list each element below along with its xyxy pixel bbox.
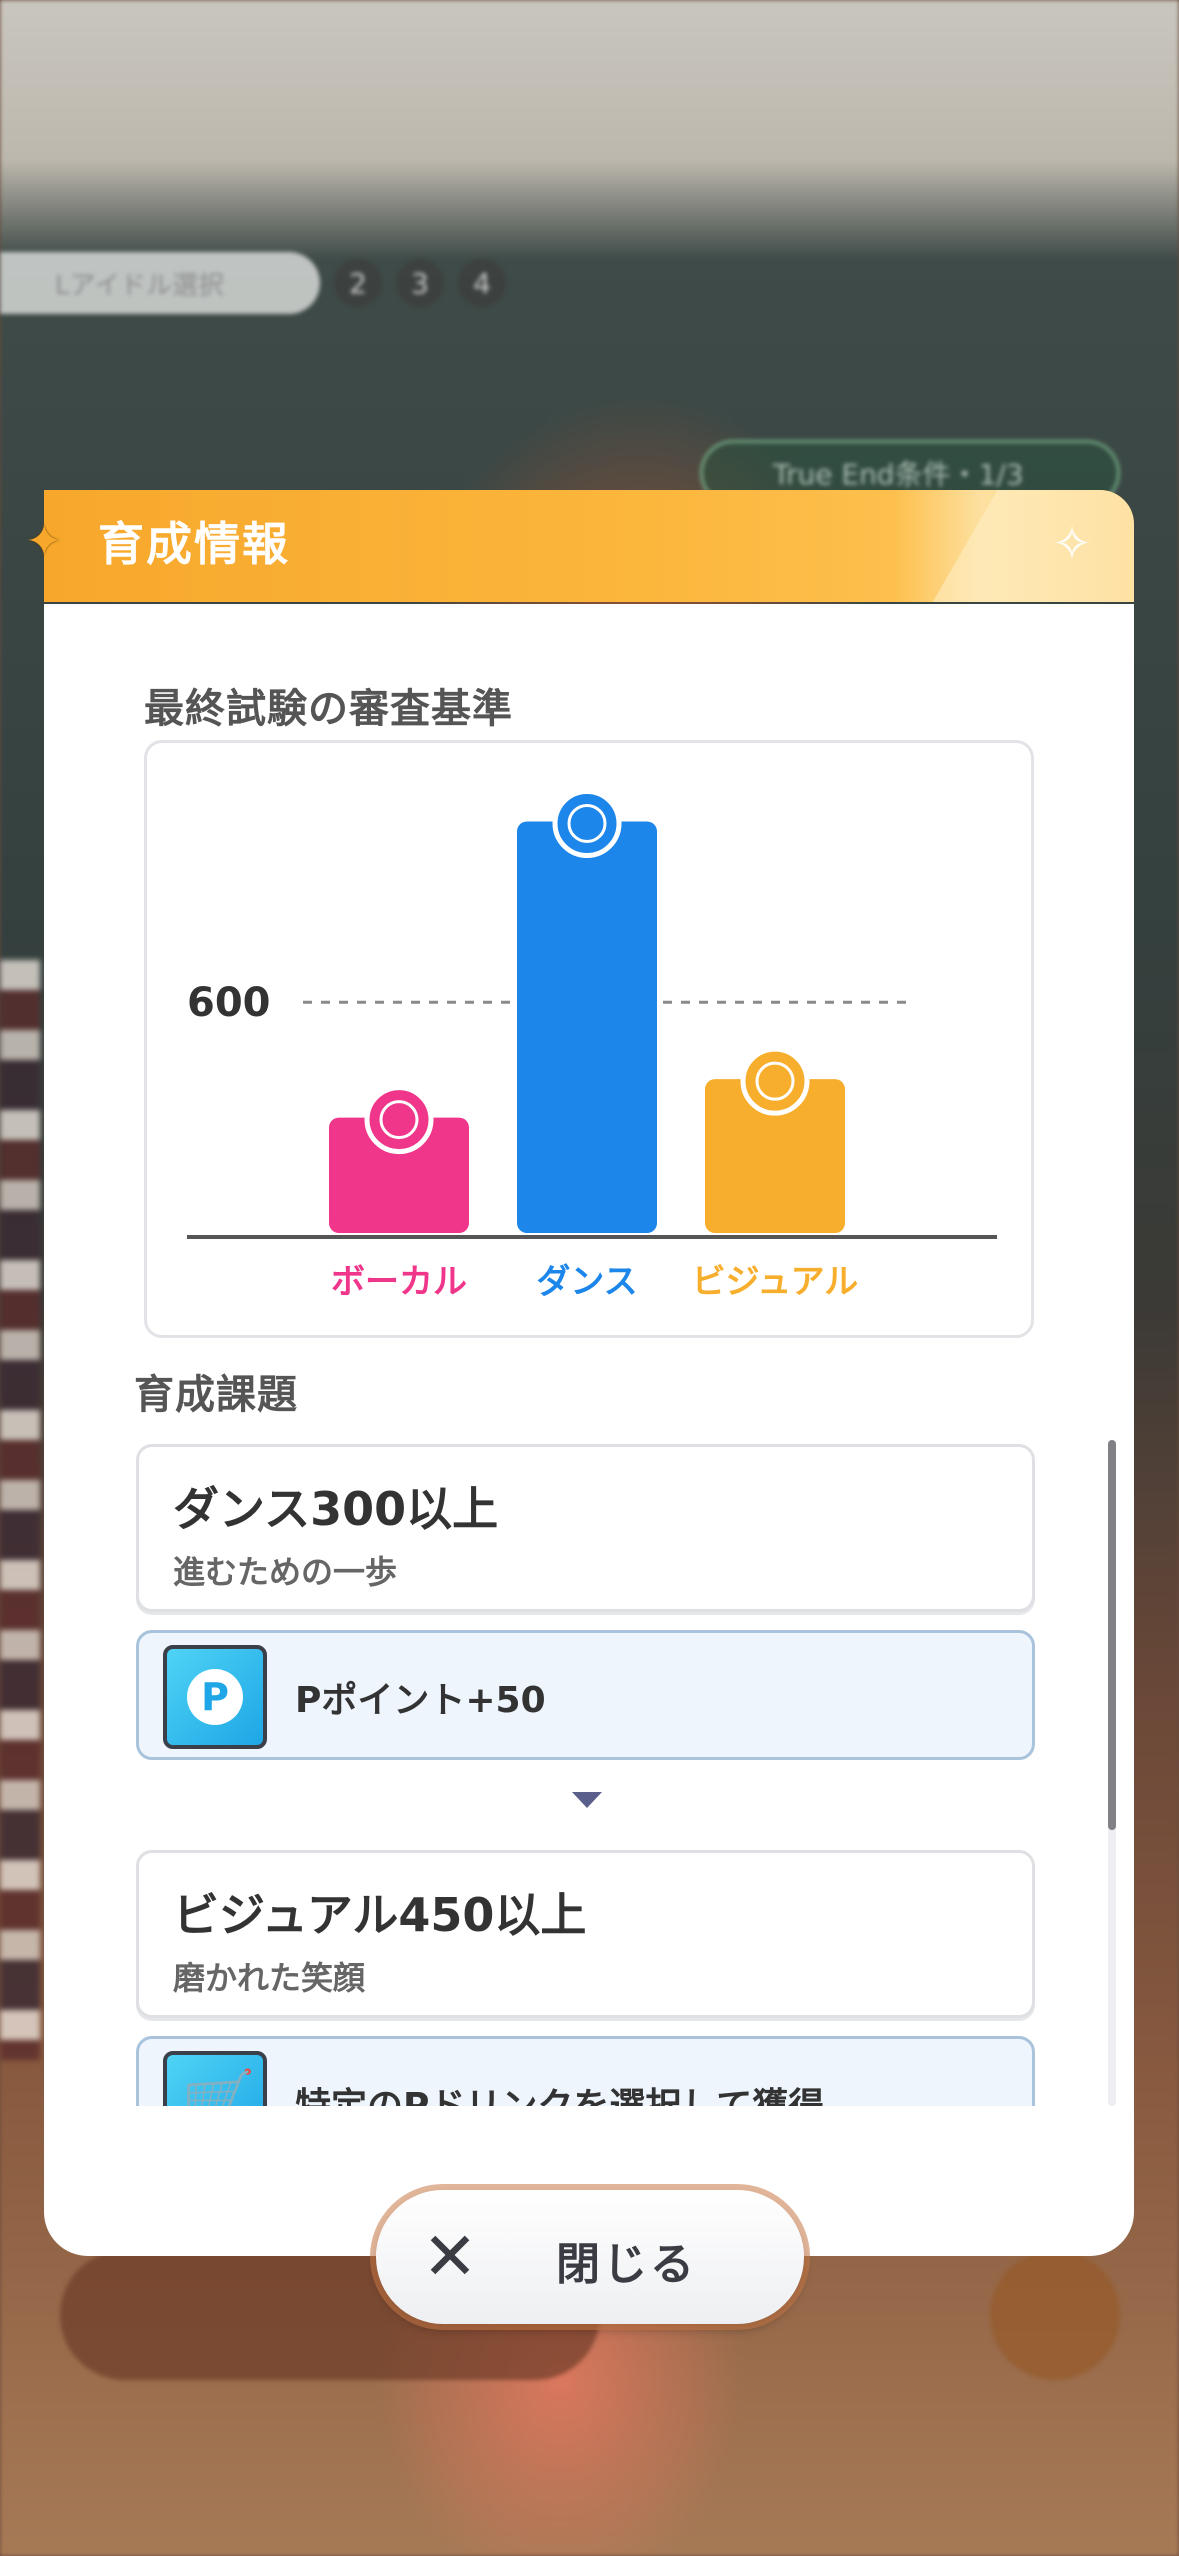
bar-2 [517,821,657,1233]
menu-button-blurred [990,2250,1120,2380]
face-icon [740,1046,810,1116]
task-card[interactable]: ビジュアル450以上 磨かれた笑顔 [136,1850,1035,2018]
task-title: ビジュアル450以上 [173,1888,587,1942]
task-title: ダンス300以上 [173,1482,499,1536]
background-shelf [0,960,40,2060]
criteria-chart: 600 ボーカル ダンス ビジュアル [144,740,1034,1338]
category-label: ダンス [536,1262,637,1302]
reward-card[interactable]: P Pポイント+50 [136,1630,1035,1760]
step-2: 2 [334,259,382,307]
close-icon: ✕ [422,2218,478,2295]
tasks-section-label: 育成課題 [134,1372,298,1418]
modal-title: 育成情報 [98,517,290,571]
category-label: ボーカル [331,1262,467,1302]
drink-cart-icon: 🛒 [163,2051,267,2106]
task-list[interactable]: ダンス300以上 進むための一歩 P Pポイント+50 ビジュアル450以上 磨… [44,1440,1134,2106]
scrollbar-thumb[interactable] [1108,1440,1116,1830]
reward-label: Pポイント+50 [295,1680,546,1721]
progress-pill: Lアイドル選択 [0,252,320,314]
reward-label: 特定のPドリンクを選択して獲得 [295,2077,824,2106]
reward-card[interactable]: 🛒 特定のPドリンクを選択して獲得 [136,2036,1035,2106]
step-3: 3 [396,259,444,307]
progress-steps: Lアイドル選択 2 3 4 [0,250,506,316]
close-button[interactable]: ✕ 閉じる [376,2190,804,2324]
step-4: 4 [458,259,506,307]
reference-label: 600 [187,980,271,1026]
sparkle-icon: ✧ [1051,516,1093,572]
task-subtitle: 磨かれた笑顔 [173,1959,366,1997]
task-subtitle: 進むための一歩 [173,1553,398,1591]
chevron-down-icon [572,1792,602,1808]
p-point-icon: P [163,1645,267,1749]
close-label: 閉じる [556,2239,697,2290]
shoe-icon [552,788,622,858]
task-card[interactable]: ダンス300以上 進むための一歩 [136,1444,1035,1612]
star-icon: ✦ [25,516,63,567]
chart-svg: 600 ボーカル ダンス ビジュアル [187,788,997,1302]
category-label: ビジュアル [692,1262,859,1302]
chart-section-label: 最終試験の審査基準 [144,686,513,732]
microphone-icon [364,1085,434,1155]
